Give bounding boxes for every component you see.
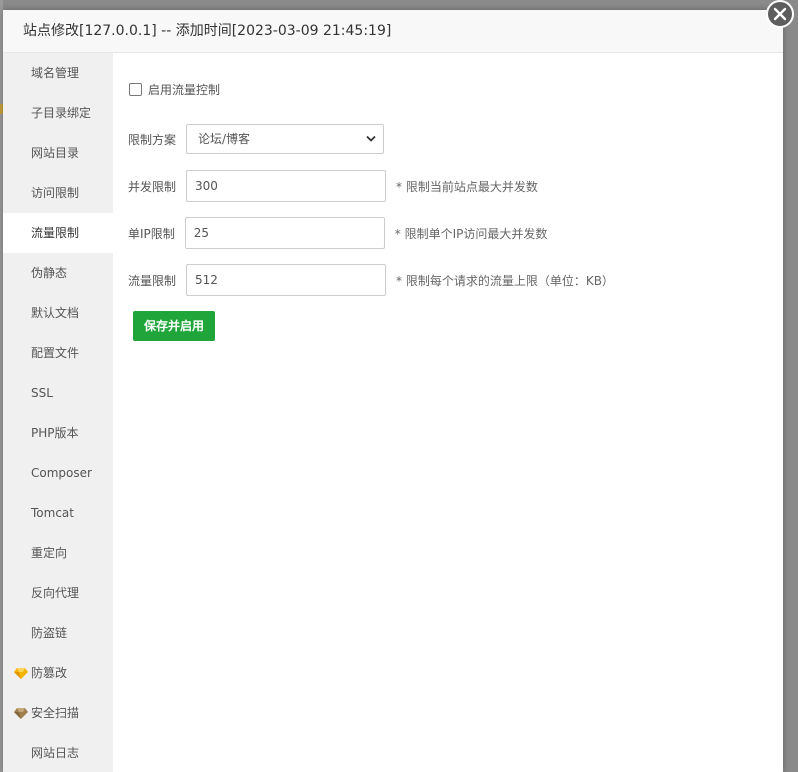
gem-bronze-icon (14, 708, 28, 719)
sidebar-item-tamper-proof[interactable]: 防篡改 (3, 653, 113, 693)
sidebar-item-reverse-proxy[interactable]: 反向代理 (3, 573, 113, 613)
per-ip-input[interactable]: 25 (184, 217, 385, 249)
sidebar-item-php-version[interactable]: PHP版本 (3, 413, 113, 453)
chevron-down-icon (366, 135, 376, 142)
rate-input[interactable]: 512 (186, 264, 387, 296)
enable-traffic-control-row: 启用流量控制 (128, 81, 220, 98)
sidebar-item-site-log[interactable]: 网站日志 (3, 733, 113, 772)
per-ip-row: 单IP限制 25 * 限制单个IP访问最大并发数 (128, 217, 547, 249)
plan-select[interactable]: 论坛/博客 (186, 124, 385, 154)
rate-row: 流量限制 512 * 限制每个请求的流量上限（单位：KB） (128, 264, 614, 296)
enable-traffic-control-label[interactable]: 启用流量控制 (148, 81, 220, 98)
sidebar-item-tomcat[interactable]: Tomcat (3, 493, 113, 533)
sidebar-item-security-scan[interactable]: 安全扫描 (3, 693, 113, 733)
site-edit-dialog: 站点修改[127.0.0.1] -- 添加时间[2023-03-09 21:45… (3, 10, 783, 772)
sidebar-item-subdir-binding[interactable]: 子目录绑定 (3, 93, 113, 133)
sidebar-item-ssl[interactable]: SSL (3, 373, 113, 413)
enable-traffic-control-checkbox[interactable] (129, 83, 142, 96)
plan-label: 限制方案 (128, 132, 177, 147)
gem-gold-icon (14, 668, 28, 679)
sidebar-item-redirect[interactable]: 重定向 (3, 533, 113, 573)
sidebar-item-access-limit[interactable]: 访问限制 (3, 173, 113, 213)
sidebar-item-site-directory[interactable]: 网站目录 (3, 133, 113, 173)
close-button[interactable] (766, 0, 794, 28)
per-ip-hint: * 限制单个IP访问最大并发数 (394, 226, 548, 241)
traffic-limit-panel: 启用流量控制 限制方案 论坛/博客 并发限制 300 * 限制当前站点最大并发数… (113, 53, 783, 772)
rate-label: 流量限制 (128, 273, 177, 288)
rate-hint: * 限制每个请求的流量上限（单位：KB） (396, 273, 614, 288)
concurrency-row: 并发限制 300 * 限制当前站点最大并发数 (128, 170, 538, 202)
close-icon (773, 7, 787, 21)
sidebar-item-composer[interactable]: Composer (3, 453, 113, 493)
per-ip-label: 单IP限制 (128, 226, 175, 241)
plan-select-value: 论坛/博客 (198, 132, 251, 146)
sidebar: 域名管理 子目录绑定 网站目录 访问限制 流量限制 伪静态 默认文档 配置文件 … (3, 53, 113, 772)
concurrency-hint: * 限制当前站点最大并发数 (396, 179, 538, 194)
save-enable-button[interactable]: 保存并启用 (133, 311, 215, 341)
sidebar-item-default-doc[interactable]: 默认文档 (3, 293, 113, 333)
dialog-title: 站点修改[127.0.0.1] -- 添加时间[2023-03-09 21:45… (3, 10, 783, 53)
sidebar-item-domain[interactable]: 域名管理 (3, 53, 113, 93)
sidebar-item-traffic-limit[interactable]: 流量限制 (3, 213, 113, 253)
plan-row: 限制方案 论坛/博客 (128, 124, 385, 154)
sidebar-item-config-file[interactable]: 配置文件 (3, 333, 113, 373)
sidebar-item-hotlink[interactable]: 防盗链 (3, 613, 113, 653)
concurrency-input[interactable]: 300 (186, 170, 387, 202)
sidebar-item-rewrite[interactable]: 伪静态 (3, 253, 113, 293)
concurrency-label: 并发限制 (128, 179, 177, 194)
